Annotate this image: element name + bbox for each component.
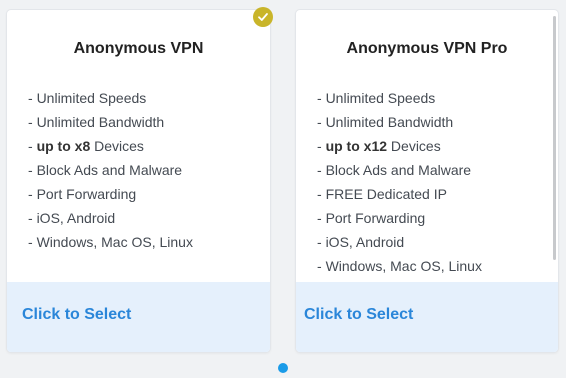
feature-item: - Windows, Mac OS, Linux xyxy=(317,254,548,278)
select-plan-button[interactable]: Click to Select xyxy=(7,282,270,352)
feature-text: Port Forwarding xyxy=(36,186,137,202)
feature-item: - up to x12 Devices xyxy=(317,134,548,158)
feature-bullet: - xyxy=(317,90,326,106)
feature-text: Unlimited Bandwidth xyxy=(325,114,454,130)
feature-text: iOS, Android xyxy=(36,210,116,226)
feature-bullet: - xyxy=(28,234,37,250)
feature-item: - Block Ads and Malware xyxy=(28,158,260,182)
feature-text: Devices xyxy=(90,138,144,154)
pagination-dot-icon[interactable] xyxy=(278,363,288,373)
feature-text: Devices xyxy=(387,138,441,154)
feature-item: - Unlimited Bandwidth xyxy=(317,110,548,134)
select-plan-label: Click to Select xyxy=(304,306,414,323)
plan-card-anonymous-vpn-pro[interactable]: Anonymous VPN Pro - Unlimited Speeds - Un… xyxy=(296,10,558,352)
feature-text: Block Ads and Malware xyxy=(36,162,183,178)
feature-text: Block Ads and Malware xyxy=(325,162,472,178)
select-plan-label: Click to Select xyxy=(22,306,132,323)
feature-text: Unlimited Speeds xyxy=(325,90,436,106)
feature-item: - iOS, Android xyxy=(317,230,548,254)
feature-text: Port Forwarding xyxy=(325,210,426,226)
feature-text: Windows, Mac OS, Linux xyxy=(36,234,193,250)
feature-bullet: - xyxy=(317,210,326,226)
feature-bullet: - xyxy=(317,258,326,274)
feature-text: iOS, Android xyxy=(325,234,405,250)
feature-item: - up to x8 Devices xyxy=(28,134,260,158)
feature-text: Unlimited Speeds xyxy=(36,90,147,106)
feature-highlight: up to x12 xyxy=(325,138,388,154)
feature-text: Unlimited Bandwidth xyxy=(36,114,165,130)
plan-title: Anonymous VPN Pro xyxy=(346,40,508,57)
feature-bullet: - xyxy=(28,210,37,226)
feature-text: FREE Dedicated IP xyxy=(325,186,447,202)
scrollbar-thumb[interactable] xyxy=(553,16,556,260)
feature-item: - Unlimited Speeds xyxy=(28,86,260,110)
feature-item: - iOS, Android xyxy=(28,206,260,230)
feature-bullet: - xyxy=(28,186,37,202)
feature-list: - Unlimited Speeds - Unlimited Bandwidth -… xyxy=(28,86,260,254)
feature-item: - Port Forwarding xyxy=(317,206,548,230)
feature-text: Windows, Mac OS, Linux xyxy=(325,258,482,274)
feature-bullet: - xyxy=(28,90,37,106)
plan-selector: Anonymous VPN - Unlimited Speeds - Unlimi… xyxy=(0,0,566,378)
feature-item: - Block Ads and Malware xyxy=(317,158,548,182)
feature-bullet: - xyxy=(28,114,37,130)
feature-item: - Port Forwarding xyxy=(28,182,260,206)
feature-bullet: - xyxy=(28,162,37,178)
feature-list: - Unlimited Speeds - Unlimited Bandwidth -… xyxy=(317,86,548,278)
plan-title: Anonymous VPN xyxy=(73,40,204,57)
feature-bullet: - xyxy=(317,114,326,130)
checkmark-icon xyxy=(253,7,273,27)
feature-bullet: - xyxy=(28,138,37,154)
select-plan-button[interactable]: Click to Select xyxy=(296,282,558,352)
feature-item: - Windows, Mac OS, Linux xyxy=(28,230,260,254)
feature-item: - Unlimited Speeds xyxy=(317,86,548,110)
feature-item: - FREE Dedicated IP xyxy=(317,182,548,206)
feature-bullet: - xyxy=(317,234,326,250)
checkmark-glyph xyxy=(258,13,268,21)
feature-bullet: - xyxy=(317,186,326,202)
feature-bullet: - xyxy=(317,138,326,154)
plan-card-anonymous-vpn[interactable]: Anonymous VPN - Unlimited Speeds - Unlimi… xyxy=(7,10,270,352)
feature-item: - Unlimited Bandwidth xyxy=(28,110,260,134)
feature-highlight: up to x8 xyxy=(36,138,91,154)
feature-bullet: - xyxy=(317,162,326,178)
